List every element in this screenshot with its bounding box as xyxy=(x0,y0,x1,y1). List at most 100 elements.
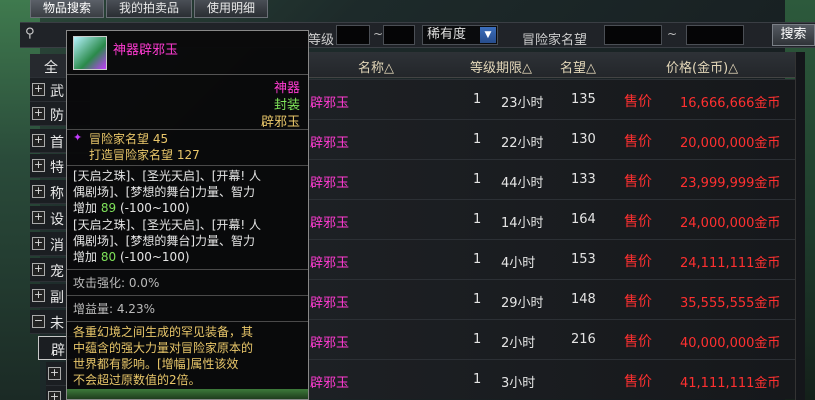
item-name: 辟邪玉 xyxy=(310,216,350,231)
table-row[interactable]: 辟邪玉 1 29小时 148 售价 35,555,555金币 xyxy=(308,279,795,319)
tooltip-divider xyxy=(67,129,308,130)
tab-item-search[interactable]: 物品搜索 xyxy=(30,0,105,18)
expand-icon[interactable]: + xyxy=(32,83,45,96)
effect1-line-b: 偶剧场]、[梦想的舞台]力量、智力 xyxy=(73,185,256,199)
column-price[interactable]: 价格(金币)△ xyxy=(666,57,738,76)
item-time: 2小时 xyxy=(501,336,536,351)
column-name[interactable]: 名称△ xyxy=(358,57,394,76)
table-scrollbar[interactable] xyxy=(795,52,805,400)
category-label: 辟 xyxy=(51,343,65,359)
tooltip-desc-1: 各重幻境之间生成的罕见装备，其 xyxy=(73,325,254,339)
rep-min-input[interactable] xyxy=(604,25,662,45)
item-price: 24,000,000金币 xyxy=(680,216,781,231)
tooltip-title: 神器辟邪玉 xyxy=(113,43,179,58)
table-row[interactable]: 辟邪玉 1 2小时 216 售价 40,000,000金币 xyxy=(308,319,795,359)
item-price: 16,666,666金币 xyxy=(680,96,781,111)
sell-label: 售价 xyxy=(624,214,652,230)
table-row[interactable]: 辟邪玉 1 23小时 135 售价 16,666,666金币 xyxy=(308,79,795,119)
table-row[interactable]: 辟邪玉 1 22小时 130 售价 20,000,000金币 xyxy=(308,119,795,159)
sell-label: 售价 xyxy=(624,294,652,310)
category-label: 首 xyxy=(50,135,64,151)
item-price: 24,111,111金币 xyxy=(680,256,781,271)
expand-icon[interactable]: + xyxy=(32,134,45,147)
item-price: 23,999,999金币 xyxy=(680,176,781,191)
tooltip-footer xyxy=(67,389,308,399)
item-time: 23小时 xyxy=(501,96,544,111)
tooltip-desc-3: 世界都有影响。[增幅]属性该效 xyxy=(73,357,239,371)
rarity-value: 稀有度 xyxy=(427,27,467,42)
search-icon[interactable]: ⚲ xyxy=(25,26,43,44)
tooltip-gain: 增益量: 4.23% xyxy=(73,302,155,316)
item-time: 22小时 xyxy=(501,136,544,151)
item-time: 29小时 xyxy=(501,296,544,311)
expand-icon[interactable]: + xyxy=(48,391,61,400)
sell-label: 售价 xyxy=(624,174,652,190)
column-rep[interactable]: 名望△ xyxy=(560,57,596,76)
rep-max-input[interactable] xyxy=(686,25,744,45)
table-row[interactable]: 辟邪玉 1 4小时 153 售价 24,111,111金币 xyxy=(308,239,795,279)
item-name: 辟邪玉 xyxy=(310,256,350,271)
tooltip-atk: 攻击强化: 0.0% xyxy=(73,276,160,290)
collapse-icon[interactable]: − xyxy=(32,315,45,328)
category-label: 特 xyxy=(50,160,64,176)
category-label: 宠 xyxy=(50,264,64,280)
sell-label: 售价 xyxy=(624,374,652,390)
category-label: 未 xyxy=(50,316,64,332)
tooltip-forge-rep: 打造冒险家名望 127 xyxy=(89,148,200,162)
table-row[interactable]: 辟邪玉 1 3小时 售价 41,111,111金币 xyxy=(308,359,795,399)
item-time: 4小时 xyxy=(501,256,536,271)
expand-icon[interactable]: + xyxy=(32,185,45,198)
tooltip-rep: 冒险家名望 45 xyxy=(89,132,169,146)
expand-icon[interactable]: + xyxy=(48,367,61,380)
tooltip-desc-2: 中蕴含的强大力量对冒险家原本的 xyxy=(73,341,254,355)
item-level: 1 xyxy=(473,292,482,307)
tooltip-divider xyxy=(67,165,308,166)
effect1-line-a: [天启之珠]、[圣光天启]、[开幕! 人 xyxy=(73,169,262,183)
expand-icon[interactable]: + xyxy=(32,107,45,120)
effect2-value: 80 xyxy=(100,250,117,264)
tooltip-divider xyxy=(67,321,308,322)
effect2-line-a: [天启之珠]、[圣光天启]、[开幕! 人 xyxy=(73,218,262,232)
effect1-value: 89 xyxy=(100,201,117,215)
item-rep: 153 xyxy=(571,252,596,267)
item-name: 辟邪玉 xyxy=(310,336,350,351)
item-rep: 133 xyxy=(571,172,596,187)
table-row[interactable]: 辟邪玉 1 14小时 164 售价 24,000,000金币 xyxy=(308,199,795,239)
reputation-icon: ✦ xyxy=(73,131,83,144)
rarity-dropdown[interactable]: 稀有度 ▼ xyxy=(422,25,498,45)
table-row[interactable]: 辟邪玉 1 44小时 133 售价 23,999,999金币 xyxy=(308,159,795,199)
item-tooltip: 神器辟邪玉 神器 封装 辟邪玉 ✦ 冒险家名望 45 打造冒险家名望 127 [… xyxy=(66,30,309,400)
level-label: 等级 xyxy=(308,33,335,48)
effect1-label: 增加 xyxy=(73,201,98,215)
expand-icon[interactable]: + xyxy=(32,237,45,250)
category-label: 消 xyxy=(50,238,64,254)
expand-icon[interactable]: + xyxy=(32,263,45,276)
search-button[interactable]: 搜索 xyxy=(772,24,815,46)
effect2-line-b: 偶剧场]、[梦想的舞台]力量、智力 xyxy=(73,234,256,248)
sell-label: 售价 xyxy=(624,254,652,270)
effect2-line-c: 增加 80 (-100~100) xyxy=(73,249,190,265)
level-max-input[interactable] xyxy=(383,25,415,45)
item-rep: 135 xyxy=(571,92,596,107)
chevron-down-icon[interactable]: ▼ xyxy=(480,27,496,43)
item-level: 1 xyxy=(473,132,482,147)
effect1-range: (-100~100) xyxy=(119,201,190,215)
tab-usage-details[interactable]: 使用明细 xyxy=(194,0,269,18)
item-time: 44小时 xyxy=(501,176,544,191)
level-min-input[interactable] xyxy=(336,25,370,45)
column-level[interactable]: 等级期限△ xyxy=(470,57,532,76)
category-label: 设 xyxy=(50,212,64,228)
expand-icon[interactable]: + xyxy=(32,159,45,172)
sell-label: 售价 xyxy=(624,94,652,110)
item-level: 1 xyxy=(473,372,482,387)
item-name: 辟邪玉 xyxy=(310,96,350,111)
tooltip-type: 辟邪玉 xyxy=(260,115,300,130)
expand-icon[interactable]: + xyxy=(32,289,45,302)
tooltip-desc-4: 不会超过原数值的2倍。 xyxy=(73,373,201,387)
expand-icon[interactable]: + xyxy=(32,211,45,224)
tab-bar: 物品搜索 我的拍卖品 使用明细 xyxy=(30,0,269,18)
tab-my-auctions[interactable]: 我的拍卖品 xyxy=(106,0,193,18)
level-tilde: ~ xyxy=(373,27,384,41)
item-name: 辟邪玉 xyxy=(310,376,350,391)
effect2-label: 增加 xyxy=(73,250,98,264)
